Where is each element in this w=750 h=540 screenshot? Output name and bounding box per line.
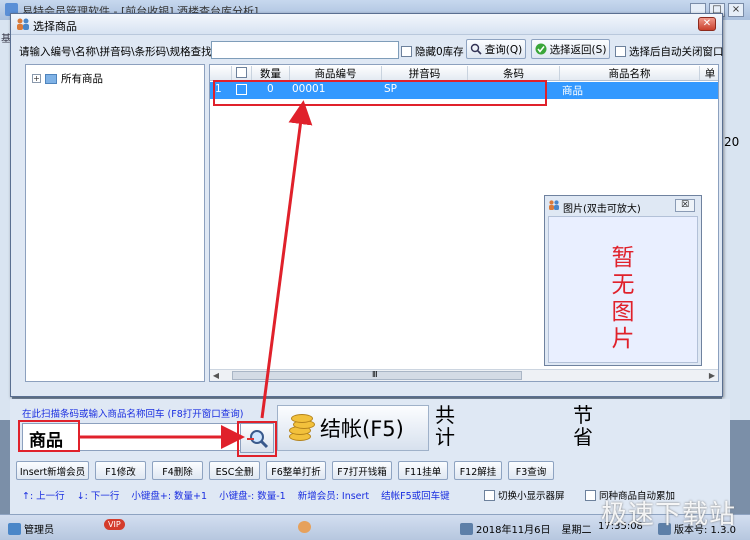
watermark: 极速下载站 [600,500,736,530]
avatar-icon [298,521,311,533]
status-date: 2018年11月6日 星期二 [460,521,592,536]
annotation-arrows [80,100,313,449]
status-date-label: 2018年11月6日 [476,525,551,536]
status-user: 管理员 [8,521,54,536]
status-weekday: 星期二 [561,525,592,536]
status-avatar [298,521,311,533]
vip-badge: VIP [104,519,125,530]
status-user-label: 管理员 [24,525,54,536]
arrow-to-result-row [260,100,313,419]
monitor-icon [460,522,473,535]
vip-badge-label: VIP [104,519,125,530]
user-icon [8,522,21,535]
